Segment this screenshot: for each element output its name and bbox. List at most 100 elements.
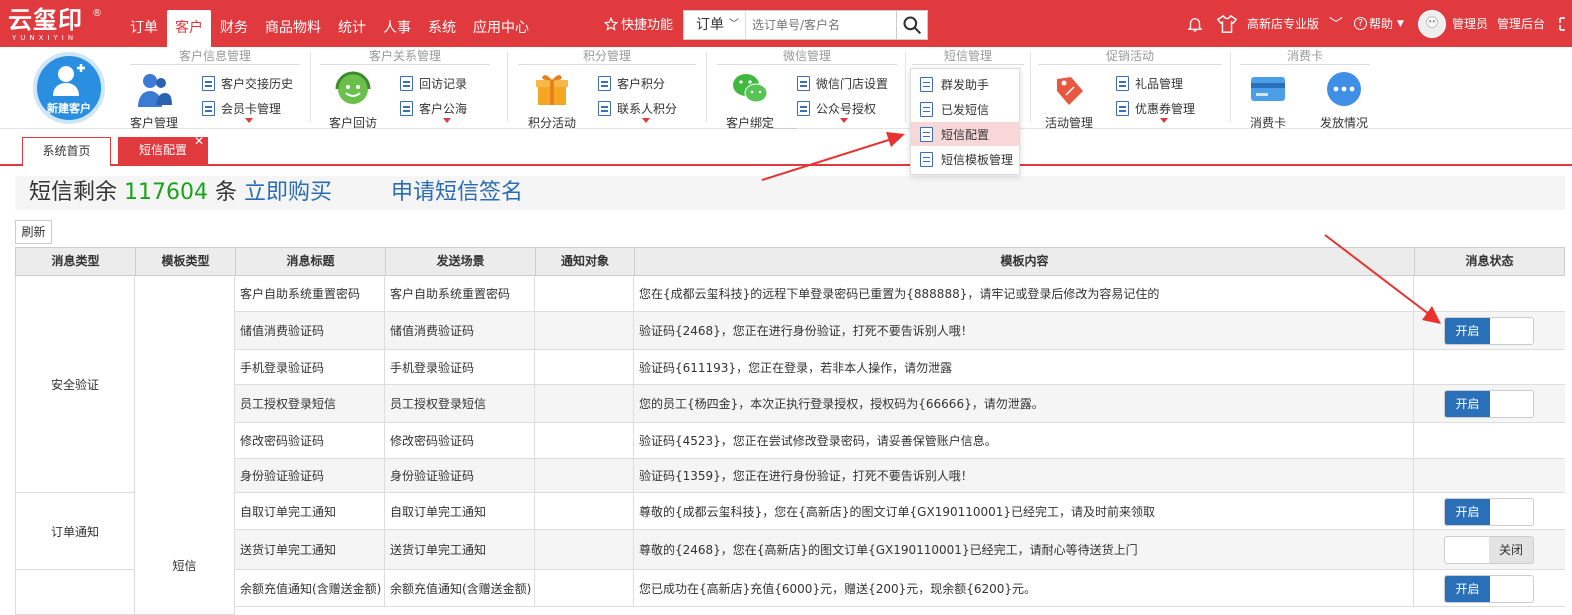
notifications-button[interactable] <box>1186 0 1204 47</box>
customer-handover-history[interactable]: 客户交接历史 <box>202 75 293 92</box>
wechat-store-settings[interactable]: 微信门店设置 <box>797 75 888 92</box>
coupon-management[interactable]: 优惠券管理 <box>1116 100 1195 117</box>
page-tabs: 系统首页 短信配置 ✕ <box>0 129 1572 166</box>
nav-item-hr[interactable]: 人事 <box>375 10 419 47</box>
menu-label: 客户交接历史 <box>221 77 294 91</box>
cell-notify-target <box>535 530 634 569</box>
consume-card-button[interactable]: 消费卡 <box>1240 69 1296 131</box>
cell-message-status: 开启 <box>1414 385 1565 422</box>
dropdown-item-sms-templates[interactable]: 短信模板管理 <box>911 147 1019 171</box>
activity-management-button[interactable]: 活动管理 <box>1041 69 1097 131</box>
cell-template-content: 尊敬的{成都云玺科技}，您在{高新店}的图文订单{GX190110001}已经完… <box>634 493 1414 529</box>
member-card-management[interactable]: 会员卡管理 <box>202 100 281 117</box>
table-row: 员工授权登录短信 员工授权登录短信 您的员工{杨四金}，本次正执行登录授权，授权码为… <box>15 385 1565 423</box>
gift-management[interactable]: 礼品管理 <box>1116 75 1183 92</box>
issue-status-button[interactable]: 发放情况 <box>1316 69 1372 131</box>
logo[interactable]: 云玺印 ® YUNXIYIN <box>8 6 108 43</box>
cell-message-status: 开启 <box>1414 493 1565 529</box>
cell-message-title: 身份验证验证码 <box>235 459 385 492</box>
cell-message-title: 客户自助系统重置密码 <box>235 276 385 311</box>
cell-send-scene: 手机登录验证码 <box>385 350 535 384</box>
group-wechat: 微信管理 客户绑定 微信门店设置 公众号授权 ^ <box>717 47 897 130</box>
status-toggle-on[interactable]: 开启 <box>1444 390 1534 418</box>
cell-message-status <box>1414 350 1565 384</box>
caret-down-icon[interactable] <box>642 118 650 123</box>
nav-item-orders[interactable]: 订单 <box>122 10 166 47</box>
nav-item-system[interactable]: 系统 <box>420 10 464 47</box>
caret-down-icon[interactable] <box>840 118 848 123</box>
search-type-select[interactable]: 订单 ﹀ <box>684 11 746 39</box>
table-row: 修改密码验证码 修改密码验证码 验证码{4523}，您正在尝试修改登录密码，请妥善保… <box>15 423 1565 459</box>
search-input[interactable] <box>748 11 896 39</box>
nav-item-customers[interactable]: 客户 <box>167 10 211 47</box>
toggle-label: 开启 <box>1445 391 1490 417</box>
document-icon <box>598 76 611 91</box>
close-icon[interactable]: ✕ <box>194 134 204 148</box>
cell-message-title: 余额充值通知(含赠送金额) <box>235 570 385 606</box>
table-row: 手机登录验证码 手机登录验证码 验证码{611193}，您正在登录，若非本人操作，请… <box>15 350 1565 385</box>
cell-message-title: 手机登录验证码 <box>235 350 385 384</box>
document-icon <box>202 101 215 116</box>
header-template-content: 模板内容 <box>635 248 1415 276</box>
customer-pool[interactable]: 客户公海 <box>400 100 467 117</box>
main-nav: 订单 客户 财务 商品物料 统计 人事 系统 应用中心 <box>122 10 538 47</box>
nav-item-stats[interactable]: 统计 <box>330 10 374 47</box>
cell-send-scene: 员工授权登录短信 <box>385 385 535 422</box>
customer-visit-button[interactable]: 客户回访 <box>325 69 381 131</box>
store-name: 高新店专业版 <box>1247 17 1320 31</box>
dropdown-item-sms-config[interactable]: 短信配置 <box>911 122 1019 146</box>
status-toggle-on[interactable]: 开启 <box>1444 317 1534 345</box>
group-title: 客户关系管理 <box>320 49 490 65</box>
apply-signature-link[interactable]: 申请短信签名 <box>391 180 523 205</box>
collapse-chevron-icon[interactable]: ^ <box>731 120 797 129</box>
new-customer-button[interactable]: 新建客户 <box>33 52 105 124</box>
cell-template-content: 验证码{4523}，您正在尝试修改登录密码，请妥善保管账户信息。 <box>634 423 1414 458</box>
fullscreen-button[interactable] <box>1558 0 1572 47</box>
caret-down-icon[interactable] <box>245 118 253 123</box>
status-toggle-on[interactable]: 开启 <box>1444 575 1534 603</box>
points-activity-button[interactable]: 积分活动 <box>524 69 580 131</box>
document-icon <box>920 76 933 92</box>
cell-template-content: 验证码{611193}，您正在登录，若非本人操作，请勿泄露 <box>634 350 1414 384</box>
nav-item-finance[interactable]: 财务 <box>212 10 256 47</box>
user-menu[interactable]: 管理员 <box>1418 0 1488 47</box>
caret-down-icon[interactable] <box>1160 118 1168 123</box>
tab-home[interactable]: 系统首页 <box>22 137 111 166</box>
ribbon-toolbar: 新建客户 客户信息管理 客户管理 客户交接历史 会员卡管理 客户关系管理 客户回… <box>0 47 1572 131</box>
dropdown-item-mass-send[interactable]: 群发助手 <box>911 72 1019 96</box>
table-header: 消息类型 模板类型 消息标题 发送场景 通知对象 模板内容 消息状态 <box>15 247 1565 276</box>
buy-now-link[interactable]: 立即购买 <box>244 180 332 205</box>
store-switch[interactable]: 高新店专业版 ﹀ <box>1247 0 1343 47</box>
tab-sms-config[interactable]: 短信配置 ✕ <box>118 134 208 166</box>
divider <box>1030 52 1031 122</box>
group-title: 微信管理 <box>717 49 897 65</box>
status-toggle-off[interactable]: 关闭 <box>1444 536 1534 564</box>
official-account-auth[interactable]: 公众号授权 <box>797 100 876 117</box>
visit-records[interactable]: 回访记录 <box>400 75 467 92</box>
chevron-down-icon: ﹀ <box>729 19 739 30</box>
shirt-button[interactable] <box>1216 0 1238 47</box>
nav-item-products[interactable]: 商品物料 <box>257 10 329 47</box>
nav-item-app-center[interactable]: 应用中心 <box>465 10 537 47</box>
card-icon <box>1251 77 1285 101</box>
help-menu[interactable]: ? 帮助 ▼ <box>1354 0 1404 47</box>
refresh-button[interactable]: 刷新 <box>15 220 52 244</box>
customer-management-button[interactable]: 客户管理 <box>126 69 182 131</box>
quick-functions[interactable]: 快捷功能 <box>604 14 673 33</box>
caret-down-icon[interactable] <box>443 118 451 123</box>
search-button[interactable] <box>896 11 927 39</box>
document-icon <box>1116 101 1129 116</box>
menu-label: 联系人积分 <box>617 102 678 116</box>
cell-send-scene: 自取订单完工通知 <box>385 493 535 529</box>
dropdown-item-sent-sms[interactable]: 已发短信 <box>911 97 1019 121</box>
toggle-label: 关闭 <box>1489 537 1533 563</box>
admin-backend-link[interactable]: 管理后台 <box>1497 0 1545 47</box>
contact-points[interactable]: 联系人积分 <box>598 100 677 117</box>
group-customer-relation: 客户关系管理 客户回访 回访记录 客户公海 <box>320 47 490 131</box>
status-toggle-on[interactable]: 开启 <box>1444 498 1534 526</box>
document-icon <box>400 101 413 116</box>
group-title: 客户信息管理 <box>130 49 300 65</box>
customer-points[interactable]: 客户积分 <box>598 75 665 92</box>
cell-message-status: 开启 <box>1414 570 1565 606</box>
chevron-down-icon: ﹀ <box>1329 16 1344 33</box>
